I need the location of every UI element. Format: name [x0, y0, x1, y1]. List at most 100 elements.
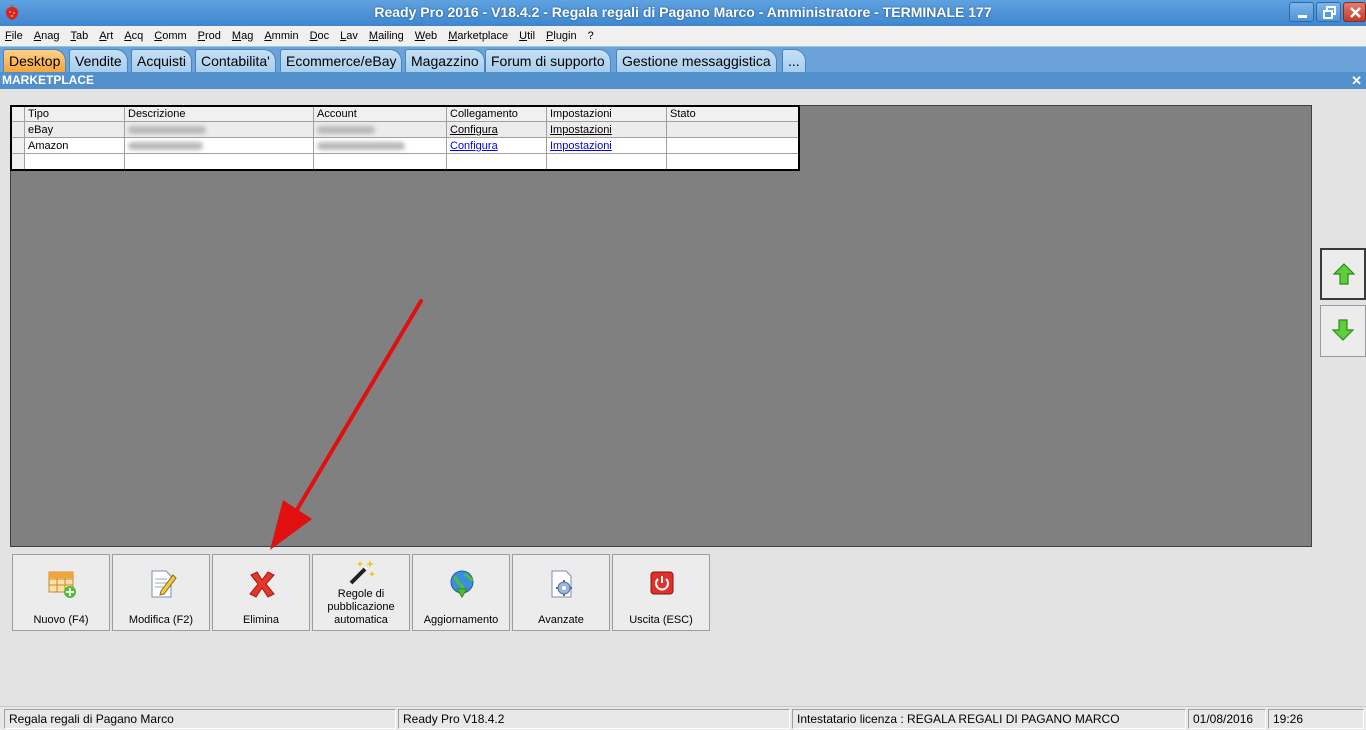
marketplace-grid-area[interactable]: Tipo Descrizione Account Collegamento Im… — [10, 105, 1312, 547]
menu-mnemonic: M — [368, 30, 379, 42]
column-header-collegamento[interactable]: Collegamento — [446, 106, 547, 122]
delete-x-icon — [249, 571, 275, 598]
arrow-down-icon — [1331, 319, 1355, 341]
table-row[interactable]: eBay Configura Impostazioni — [11, 121, 800, 138]
menu-item-web[interactable]: Web — [415, 30, 437, 42]
restore-button[interactable] — [1316, 2, 1341, 22]
tab-magazzino[interactable]: Magazzino — [405, 49, 485, 72]
regole-label-line3: automatica — [334, 614, 388, 626]
status-company: Regala regali di Pagano Marco — [4, 709, 396, 729]
status-date: 01/08/2016 — [1188, 709, 1266, 729]
tab-more[interactable]: ... — [782, 49, 806, 72]
row-indicator[interactable] — [11, 137, 25, 154]
menu-mnemonic: D — [309, 30, 318, 42]
menu-item-anag[interactable]: Anag — [34, 30, 60, 42]
menu-item-marketplace[interactable]: Marketplace — [448, 30, 508, 42]
status-time: 19:26 — [1268, 709, 1364, 729]
move-up-button[interactable] — [1320, 248, 1366, 300]
menu-mnemonic: U — [519, 30, 528, 42]
tab-contabilita[interactable]: Contabilita' — [195, 49, 276, 72]
nuovo-button[interactable]: Nuovo (F4) — [12, 554, 110, 631]
menu-item-prod[interactable]: Prod — [198, 30, 221, 42]
menu-mnemonic: W — [414, 30, 425, 42]
arrow-up-icon — [1332, 263, 1356, 285]
menu-label-rest: til — [527, 30, 536, 42]
modifica-button[interactable]: Modifica (F2) — [112, 554, 210, 631]
cell-stato — [666, 137, 800, 154]
menu-label-rest: ailing — [378, 30, 404, 42]
menu-mnemonic: P — [197, 30, 205, 42]
table-header-row: Tipo Descrizione Account Collegamento Im… — [11, 106, 800, 122]
cell-tipo: Amazon — [24, 137, 125, 154]
menu-item-util[interactable]: Util — [519, 30, 535, 42]
elimina-button[interactable]: Elimina — [212, 554, 310, 631]
impostazioni-link[interactable]: Impostazioni — [550, 140, 612, 152]
window-title: Ready Pro 2016 - V18.4.2 - Regala regali… — [374, 4, 992, 20]
tab-forum-di-supporto[interactable]: Forum di supporto — [485, 49, 611, 72]
row-indicator-header — [11, 106, 25, 122]
menu-item-lav[interactable]: Lav — [340, 30, 358, 42]
menu-item-tab[interactable]: Tab — [70, 30, 88, 42]
column-header-descrizione[interactable]: Descrizione — [124, 106, 314, 122]
regole-pubblicazione-button[interactable]: Regole di pubblicazione automatica — [312, 554, 410, 631]
tab-vendite[interactable]: Vendite — [69, 49, 128, 72]
close-icon — [1350, 7, 1361, 18]
cell-impostazioni: Impostazioni — [546, 137, 667, 154]
tab-acquisti[interactable]: Acquisti — [131, 49, 193, 72]
table-row-empty[interactable] — [11, 153, 800, 170]
menu-item-acq[interactable]: Acq — [124, 30, 143, 42]
empty-cell — [666, 153, 800, 170]
cell-account-redacted — [313, 121, 447, 138]
title-bar[interactable]: Ready Pro 2016 - V18.4.2 - Regala regali… — [0, 0, 1366, 26]
impostazioni-link[interactable]: Impostazioni — [550, 124, 612, 136]
uscita-label: Uscita (ESC) — [629, 614, 693, 626]
tab-gestione-messaggistica[interactable]: Gestione messaggistica — [616, 49, 777, 72]
column-header-impostazioni[interactable]: Impostazioni — [546, 106, 667, 122]
modifica-label: Modifica (F2) — [128, 614, 194, 626]
cell-tipo: eBay — [24, 121, 125, 138]
column-header-account[interactable]: Account — [313, 106, 447, 122]
status-bar: Regala regali di Pagano Marco Ready Pro … — [0, 706, 1366, 730]
menu-mnemonic: A — [99, 30, 107, 42]
panel-header: MARKETPLACE ✕ — [0, 72, 1366, 89]
tab-ecommerce-ebay[interactable]: Ecommerce/eBay — [280, 49, 403, 72]
row-indicator[interactable] — [11, 153, 25, 170]
row-indicator[interactable] — [11, 121, 25, 138]
menu-item-file[interactable]: File — [5, 30, 23, 42]
menu-label-rest: ab — [75, 30, 89, 42]
avanzate-button[interactable]: Avanzate — [512, 554, 610, 631]
empty-cell — [124, 153, 314, 170]
menu-item-plugin[interactable]: Plugin — [546, 30, 577, 42]
empty-cell — [446, 153, 547, 170]
menu-item-mag[interactable]: Mag — [232, 30, 253, 42]
panel-close-button[interactable]: ✕ — [1351, 72, 1362, 89]
configura-link[interactable]: Configura — [450, 124, 498, 136]
settings-document-icon — [551, 570, 572, 598]
uscita-button[interactable]: Uscita (ESC) — [612, 554, 710, 631]
menu-label-rest: eb — [424, 30, 438, 42]
table-row[interactable]: Amazon Configura Impostazioni — [11, 137, 800, 154]
menu-item-doc[interactable]: Doc — [310, 30, 330, 42]
nuovo-label: Nuovo (F4) — [33, 614, 89, 626]
minimize-button[interactable] — [1289, 2, 1314, 22]
menu-item-mailing[interactable]: Mailing — [369, 30, 404, 42]
menu-item-ammin[interactable]: Ammin — [264, 30, 298, 42]
menu-label-rest: av — [346, 30, 358, 42]
menu-item-comm[interactable]: Comm — [154, 30, 186, 42]
column-header-stato[interactable]: Stato — [666, 106, 800, 122]
close-button[interactable] — [1343, 2, 1366, 22]
menu-mnemonic: A — [33, 30, 42, 42]
cell-collegamento: Configura — [446, 137, 547, 154]
minimize-icon — [1298, 15, 1307, 18]
aggiornamento-button[interactable]: Aggiornamento — [412, 554, 510, 631]
regole-label-line2: pubblicazione — [327, 601, 395, 613]
menu-label-rest: oc — [317, 30, 330, 42]
column-header-tipo[interactable]: Tipo — [24, 106, 125, 122]
tab-desktop[interactable]: Desktop — [3, 49, 67, 72]
configura-link[interactable]: Configura — [450, 140, 498, 152]
status-version: Ready Pro V18.4.2 — [398, 709, 790, 729]
cell-account-redacted — [313, 137, 447, 154]
menu-item-art[interactable]: Art — [99, 30, 113, 42]
menu-item-help[interactable]: ? — [588, 30, 594, 42]
move-down-button[interactable] — [1320, 305, 1366, 357]
